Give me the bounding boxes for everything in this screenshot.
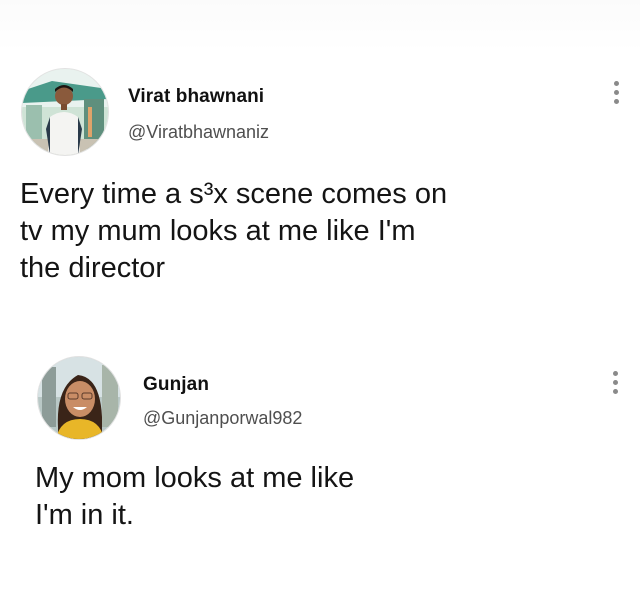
more-dot — [613, 98, 619, 104]
post-text: Every time a s³x scene comes on tv my mu… — [20, 178, 448, 284]
author-name[interactable]: Gunjan — [143, 374, 209, 396]
more-dot — [612, 370, 618, 376]
author-name[interactable]: Virat bhawnani — [128, 86, 264, 108]
more-options-icon[interactable] — [607, 74, 625, 110]
author-handle[interactable]: @Viratbhawnaniz — [128, 122, 269, 143]
more-options-icon[interactable] — [606, 364, 624, 400]
post-text: My mom looks at me like I'm in it. — [35, 462, 355, 531]
post-card: Gunjan @Gunjanporwal982 My mom looks at … — [0, 356, 640, 556]
more-dot — [613, 89, 619, 95]
profile-photo-image — [22, 69, 108, 155]
author-avatar[interactable] — [37, 356, 121, 440]
author-avatar[interactable] — [21, 68, 109, 156]
more-dot — [612, 379, 618, 385]
author-handle[interactable]: @Gunjanporwal982 — [143, 408, 302, 429]
profile-photo-image — [38, 357, 120, 439]
post-card: Virat bhawnani @Viratbhawnaniz Every tim… — [0, 64, 640, 314]
top-strip — [0, 0, 640, 52]
more-dot — [613, 80, 619, 86]
more-dot — [612, 388, 618, 394]
